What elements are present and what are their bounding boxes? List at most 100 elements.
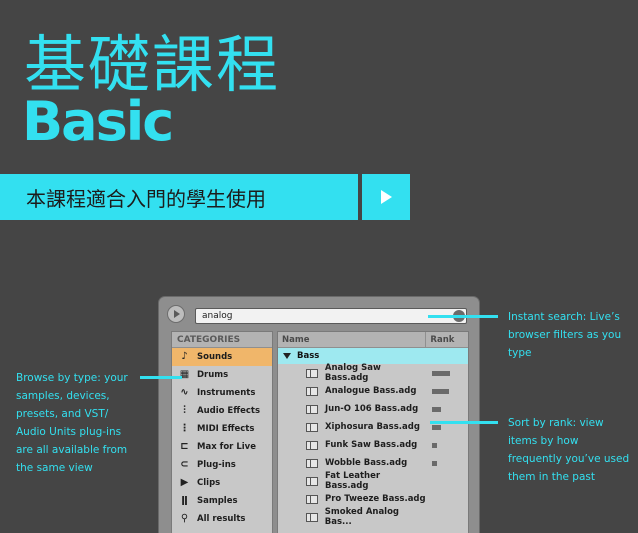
sidebar-item-instruments[interactable]: ∿ Instruments <box>172 384 272 402</box>
file-name: Funk Saw Bass.adg <box>325 440 418 450</box>
course-description-label: 本課程適合入門的學生使用 <box>26 186 266 211</box>
preset-file-icon <box>306 458 318 468</box>
column-header-name[interactable]: Name <box>278 332 427 347</box>
search-icon: ⚲ <box>180 513 189 524</box>
sample-icon: ǁ <box>181 495 188 506</box>
browser-topbar: analog <box>159 297 479 329</box>
file-row[interactable]: Jun-O 106 Bass.adg <box>278 400 468 418</box>
sidebar-item-samples[interactable]: ǁ Samples <box>172 492 272 510</box>
file-name-cell: Fat Leather Bass.adg <box>278 471 426 491</box>
preset-file-icon <box>306 512 318 522</box>
sidebar-item-max-for-live[interactable]: ⊏ Max for Live <box>172 438 272 456</box>
rank-bar <box>432 388 450 394</box>
preset-file-icon <box>306 476 318 486</box>
wave-icon: ∿ <box>180 387 189 398</box>
sidebar-item-label: All results <box>197 514 246 524</box>
clip-icon: ▶ <box>180 477 189 488</box>
play-button[interactable] <box>362 174 410 220</box>
folder-label: Bass <box>297 351 320 361</box>
file-name-cell: Xiphosura Bass.adg <box>278 422 426 432</box>
sidebar-item-label: Max for Live <box>197 442 256 452</box>
file-row[interactable]: Fat Leather Bass.adg <box>278 471 468 491</box>
file-name: Xiphosura Bass.adg <box>325 422 420 432</box>
play-icon <box>380 190 392 204</box>
file-name-cell: Smoked Analog Bas... <box>278 507 426 527</box>
browse-annotation-line <box>140 376 182 379</box>
preset-file-icon <box>306 422 318 432</box>
sidebar-item-label: Sounds <box>197 352 233 362</box>
file-row[interactable]: Analogue Bass.adg <box>278 382 468 400</box>
rank-cell <box>426 442 468 448</box>
rank-annotation-line <box>430 421 498 424</box>
rank-cell <box>426 424 468 430</box>
file-name: Smoked Analog Bas... <box>324 507 400 527</box>
file-name: Fat Leather Bass.adg <box>325 471 381 491</box>
sidebar-item-sounds[interactable]: ♪ Sounds <box>172 348 272 366</box>
sidebar-item-label: MIDI Effects <box>197 424 255 434</box>
file-row[interactable]: Analog Saw Bass.adg <box>278 363 468 383</box>
sidebar-item-midi-effects[interactable]: ⋮ MIDI Effects <box>172 420 272 438</box>
sidebar-item-label: Plug-ins <box>197 460 236 470</box>
preview-play-button[interactable] <box>167 305 185 323</box>
categories-header: CATEGORIES <box>172 332 272 348</box>
file-name-cell: Analog Saw Bass.adg <box>278 363 426 383</box>
preview-play-icon <box>174 310 180 318</box>
file-name: Jun-O 106 Bass.adg <box>325 404 419 414</box>
file-list: Name Rank Bass Analog Saw Bass.adg Analog… <box>277 331 469 533</box>
search-annotation-line <box>428 315 498 318</box>
hero-subtitle: Basic <box>22 90 174 153</box>
categories-sidebar: CATEGORIES ♪ Sounds ▦ Drums ∿ Instruments ⫶ Aud… <box>171 331 273 533</box>
sidebar-item-drums[interactable]: ▦ Drums <box>172 366 272 384</box>
file-name: Pro Tweeze Bass.adg <box>325 494 426 504</box>
sidebar-item-all-results[interactable]: ⚲ All results <box>172 510 272 528</box>
file-name: Analogue Bass.adg <box>325 386 417 396</box>
file-name: Wobble Bass.adg <box>325 458 408 468</box>
sidebar-item-audio-effects[interactable]: ⫶ Audio Effects <box>172 402 272 420</box>
rank-bar <box>432 442 438 448</box>
file-name-cell: Jun-O 106 Bass.adg <box>278 404 426 414</box>
grid-icon: ▦ <box>179 369 190 380</box>
disclosure-triangle-icon[interactable] <box>283 353 291 359</box>
rank-bar <box>432 424 442 430</box>
file-list-header: Name Rank <box>278 332 468 348</box>
sidebar-item-clips[interactable]: ▶ Clips <box>172 474 272 492</box>
max-icon: ⊏ <box>180 441 189 452</box>
file-name-cell: Pro Tweeze Bass.adg <box>278 494 426 504</box>
note-icon: ♪ <box>181 351 188 362</box>
search-annotation: Instant search: Live’s browser filters a… <box>508 311 622 359</box>
file-row[interactable]: Wobble Bass.adg <box>278 454 468 472</box>
midi-fx-icon: ⋮ <box>179 423 190 434</box>
rank-bar <box>432 460 438 466</box>
rank-cell <box>426 460 468 466</box>
preset-file-icon <box>306 368 318 378</box>
categories-list: ♪ Sounds ▦ Drums ∿ Instruments ⫶ Audio Effects ⋮… <box>172 348 272 528</box>
rank-bar <box>432 406 442 412</box>
rank-cell <box>426 370 468 376</box>
sidebar-item-label: Clips <box>197 478 221 488</box>
file-row[interactable]: Funk Saw Bass.adg <box>278 436 468 454</box>
folder-row-bass[interactable]: Bass <box>278 348 468 364</box>
file-row[interactable]: Pro Tweeze Bass.adg <box>278 490 468 508</box>
file-name-cell: Analogue Bass.adg <box>278 386 426 396</box>
preset-file-icon <box>306 404 318 414</box>
preset-file-icon <box>306 440 318 450</box>
rank-bar <box>432 370 451 376</box>
rank-cell <box>426 388 468 394</box>
sidebar-item-plug-ins[interactable]: ⊂ Plug-ins <box>172 456 272 474</box>
file-row[interactable]: Smoked Analog Bas... <box>278 507 468 527</box>
live-browser-window: analog CATEGORIES ♪ Sounds ▦ Drums ∿ Instrume… <box>158 296 480 533</box>
search-input[interactable]: analog <box>195 308 467 324</box>
sidebar-item-label: Drums <box>197 370 229 380</box>
file-name-cell: Wobble Bass.adg <box>278 458 426 468</box>
file-name: Analog Saw Bass.adg <box>324 363 381 383</box>
sidebar-item-label: Instruments <box>197 388 256 398</box>
rank-cell <box>426 406 468 412</box>
plug-icon: ⊂ <box>180 459 189 470</box>
sidebar-item-label: Samples <box>197 496 238 506</box>
file-name-cell: Funk Saw Bass.adg <box>278 440 426 450</box>
column-header-rank[interactable]: Rank <box>426 332 468 347</box>
course-description-banner[interactable]: 本課程適合入門的學生使用 <box>0 174 358 220</box>
browse-annotation: Browse by type: your samples, devices, p… <box>16 372 128 474</box>
sidebar-item-label: Audio Effects <box>197 406 261 416</box>
file-rows: Analog Saw Bass.adg Analogue Bass.adg Jun-… <box>278 363 468 527</box>
